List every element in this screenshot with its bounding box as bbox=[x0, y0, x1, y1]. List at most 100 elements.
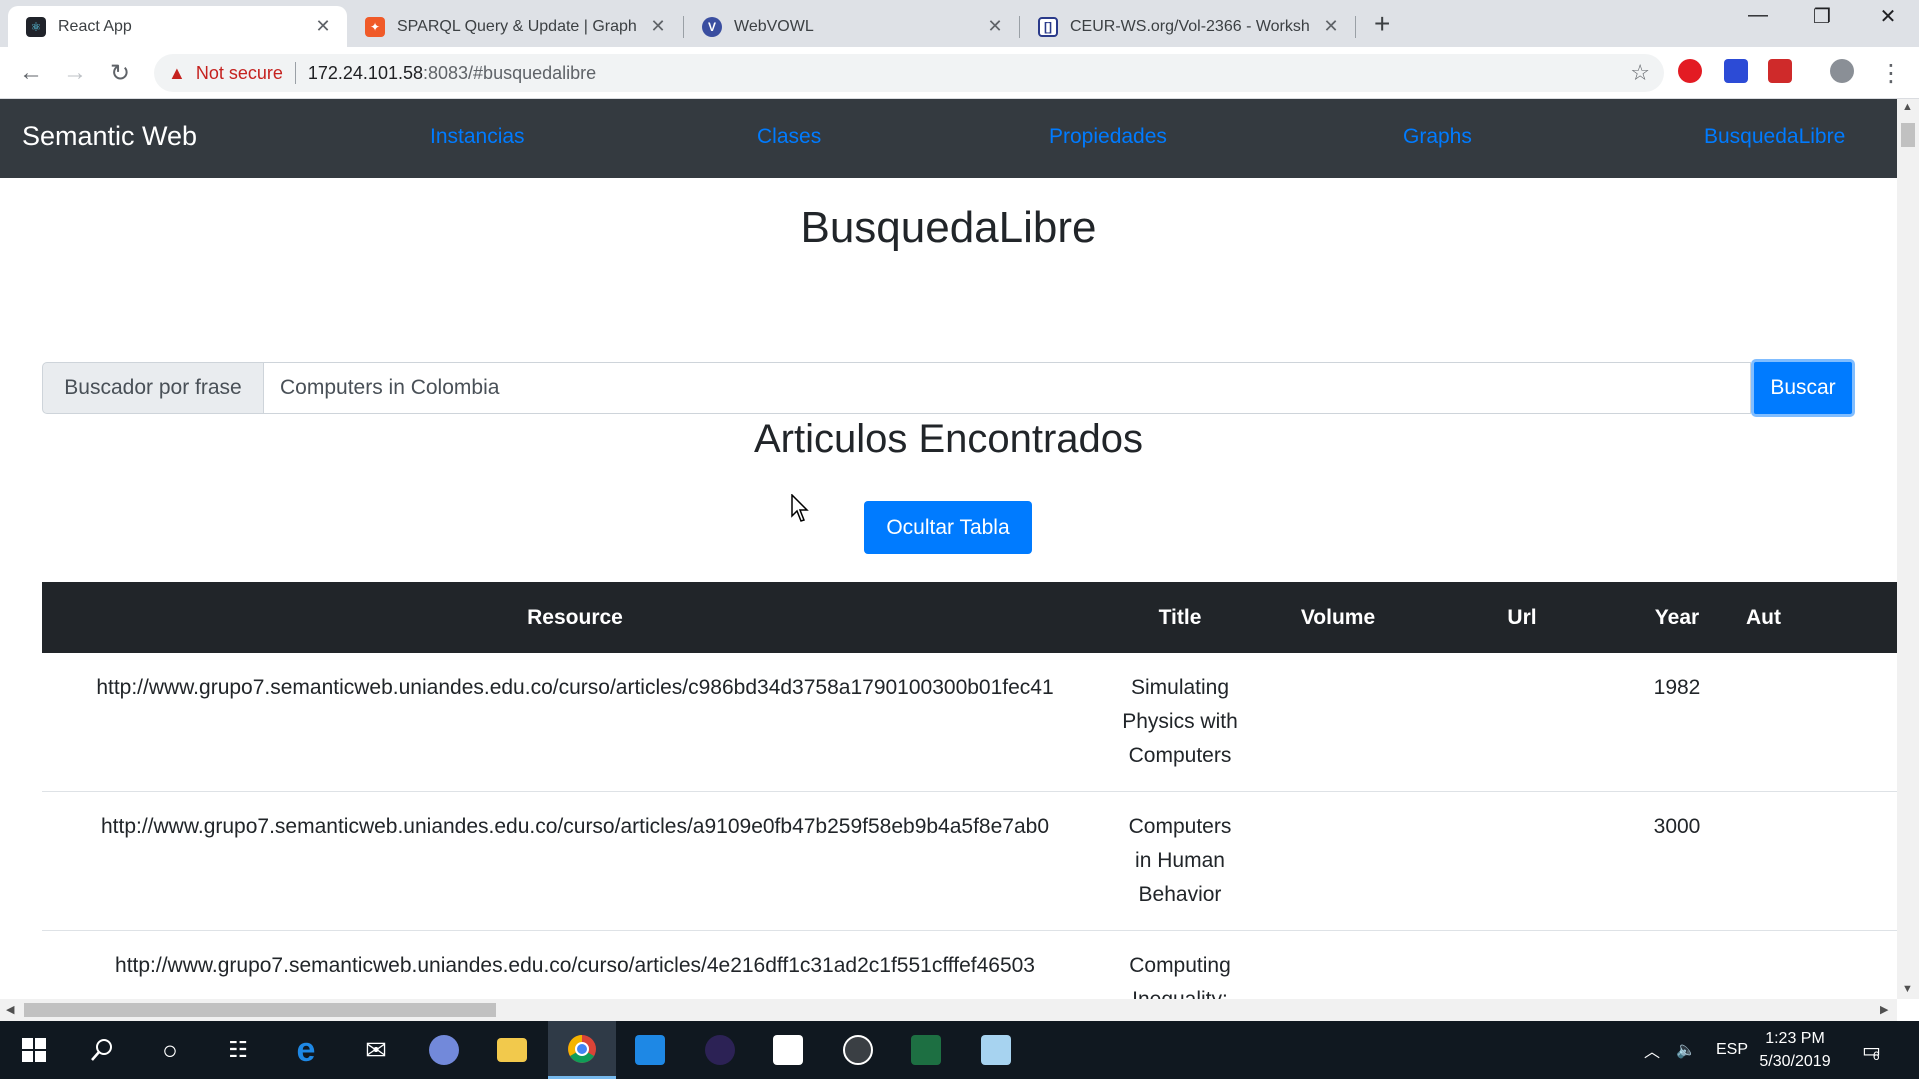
table-row: http://www.grupo7.semanticweb.uniandes.e… bbox=[42, 930, 1897, 999]
table-row: http://www.grupo7.semanticweb.uniandes.e… bbox=[42, 653, 1897, 792]
minimize-icon[interactable]: — bbox=[1738, 4, 1778, 27]
taskbar-vscode[interactable] bbox=[616, 1021, 684, 1079]
show-hidden-icons[interactable]: ︿ bbox=[1644, 1021, 1660, 1079]
taskbar-discord[interactable] bbox=[410, 1021, 478, 1079]
column-header-url[interactable]: Url bbox=[1424, 582, 1620, 653]
taskbar-eclipse[interactable] bbox=[686, 1021, 754, 1079]
tab-ceur[interactable]: [] CEUR-WS.org/Vol-2366 - Worksh ✕ bbox=[1020, 6, 1355, 47]
scroll-down-arrow-icon[interactable]: ▼ bbox=[1902, 983, 1913, 995]
close-tab-icon[interactable]: ✕ bbox=[1321, 16, 1341, 37]
resource-cell: http://www.grupo7.semanticweb.uniandes.e… bbox=[42, 791, 1108, 931]
column-header-year[interactable]: Year bbox=[1620, 582, 1734, 653]
cortana-icon: ○ bbox=[162, 1034, 178, 1065]
column-header-title[interactable]: Title bbox=[1108, 582, 1252, 653]
results-title: Articulos Encontrados bbox=[753, 417, 1144, 461]
search-taskbar-button[interactable] bbox=[68, 1021, 136, 1079]
taskbar-mail[interactable]: ✉ bbox=[342, 1021, 410, 1079]
mouse-cursor-icon bbox=[791, 494, 809, 522]
extension-icon[interactable] bbox=[1724, 59, 1748, 83]
edge-icon: e bbox=[296, 1030, 316, 1069]
url-path: :8083/#busquedalibre bbox=[423, 62, 597, 83]
nav-link-busquedalibre[interactable]: BusquedaLibre bbox=[1704, 125, 1845, 149]
folder-icon bbox=[497, 1038, 527, 1062]
table-header-row: Resource Title Volume Url Year Aut bbox=[42, 582, 1897, 653]
close-window-icon[interactable]: ✕ bbox=[1868, 4, 1908, 29]
protege-icon bbox=[773, 1035, 803, 1065]
search-input[interactable] bbox=[264, 362, 1751, 414]
horizontal-scrollbar[interactable]: ◀ ▶ bbox=[0, 999, 1897, 1021]
tab-divider bbox=[1355, 16, 1356, 38]
reload-icon[interactable]: ↻ bbox=[105, 59, 135, 88]
notes-icon bbox=[981, 1035, 1011, 1065]
page-title: BusquedaLibre bbox=[800, 203, 1097, 252]
excel-icon bbox=[911, 1035, 941, 1065]
eclipse-icon bbox=[705, 1035, 735, 1065]
vertical-scrollbar[interactable]: ▲ ▼ bbox=[1897, 99, 1919, 999]
column-header-volume[interactable]: Volume bbox=[1252, 582, 1424, 653]
hide-table-button[interactable]: Ocultar Tabla bbox=[864, 501, 1032, 554]
results-table: Resource Title Volume Url Year Aut http:… bbox=[42, 582, 1897, 999]
taskbar-chrome[interactable] bbox=[548, 1021, 616, 1079]
new-tab-button[interactable]: + bbox=[1374, 8, 1390, 40]
column-header-resource[interactable]: Resource bbox=[42, 582, 1108, 653]
brand-title[interactable]: Semantic Web bbox=[22, 121, 197, 152]
back-icon[interactable]: ← bbox=[16, 59, 46, 87]
scroll-up-arrow-icon[interactable]: ▲ bbox=[1902, 101, 1913, 113]
cors-extension-icon[interactable] bbox=[1768, 59, 1792, 83]
title-cell: Computing Inequality: Have Computers bbox=[1108, 930, 1252, 999]
nav-link-propiedades[interactable]: Propiedades bbox=[1049, 125, 1167, 149]
close-tab-icon[interactable]: ✕ bbox=[985, 16, 1005, 37]
nav-link-graphs[interactable]: Graphs bbox=[1403, 125, 1472, 149]
close-tab-icon[interactable]: ✕ bbox=[648, 16, 668, 37]
taskbar-edge[interactable]: e bbox=[272, 1021, 340, 1079]
cortana-button[interactable]: ○ bbox=[136, 1021, 204, 1079]
resource-cell: http://www.grupo7.semanticweb.uniandes.e… bbox=[42, 653, 1108, 792]
volume-button[interactable]: 🔈 bbox=[1676, 1021, 1696, 1079]
clock-time: 1:23 PM bbox=[1765, 1030, 1825, 1047]
taskbar-notes[interactable] bbox=[962, 1021, 1030, 1079]
bookmark-star-icon[interactable]: ☆ bbox=[1630, 60, 1650, 86]
volume-cell bbox=[1252, 791, 1424, 931]
page-viewport: Semantic Web Instancias Clases Propiedad… bbox=[0, 99, 1897, 999]
title-cell: Simulating Physics with Computers bbox=[1108, 653, 1252, 792]
taskbar-clock[interactable]: 1:23 PM 5/30/2019 bbox=[1748, 1027, 1842, 1073]
language-indicator[interactable]: ESP bbox=[1716, 1021, 1748, 1079]
taskbar-excel[interactable] bbox=[892, 1021, 960, 1079]
tab-sparql[interactable]: ✦ SPARQL Query & Update | Graph ✕ bbox=[347, 6, 682, 47]
scroll-right-arrow-icon[interactable]: ▶ bbox=[1880, 1003, 1888, 1016]
tab-webvowl[interactable]: V WebVOWL ✕ bbox=[684, 6, 1019, 47]
taskbar-obs[interactable] bbox=[824, 1021, 892, 1079]
tab-title: React App bbox=[58, 17, 132, 35]
close-tab-icon[interactable]: ✕ bbox=[313, 16, 333, 37]
scroll-left-arrow-icon[interactable]: ◀ bbox=[6, 1003, 14, 1016]
search-button[interactable]: Buscar bbox=[1751, 359, 1855, 417]
opera-extension-icon[interactable] bbox=[1678, 59, 1702, 83]
title-cell: Computers in Human Behavior bbox=[1108, 791, 1252, 931]
column-header-author[interactable]: Aut bbox=[1734, 582, 1897, 653]
tab-react-app[interactable]: ⚛ React App ✕ bbox=[8, 6, 347, 47]
security-label[interactable]: Not secure bbox=[196, 63, 283, 84]
action-center-button[interactable]: ▭ 6 bbox=[1862, 1021, 1881, 1079]
search-label: Buscador por frase bbox=[42, 362, 264, 414]
horizontal-scroll-thumb[interactable] bbox=[24, 1003, 496, 1017]
ceur-icon: [] bbox=[1038, 16, 1058, 37]
windows-logo-icon bbox=[22, 1038, 46, 1062]
start-button[interactable] bbox=[0, 1021, 68, 1079]
restore-icon[interactable]: ❐ bbox=[1802, 4, 1842, 29]
taskbar-protege[interactable] bbox=[754, 1021, 822, 1079]
chrome-menu-icon[interactable]: ⋮ bbox=[1876, 59, 1906, 88]
address-bar[interactable]: ▲ Not secure 172.24.101.58 :8083/#busque… bbox=[154, 54, 1664, 92]
task-view-button[interactable]: ☷ bbox=[204, 1021, 272, 1079]
search-icon bbox=[91, 1039, 112, 1061]
resource-cell: http://www.grupo7.semanticweb.uniandes.e… bbox=[42, 930, 1108, 999]
phrase-search-group: Buscador por frase Buscar bbox=[42, 359, 1855, 417]
nav-link-instancias[interactable]: Instancias bbox=[430, 125, 525, 149]
vertical-scroll-thumb[interactable] bbox=[1901, 123, 1915, 147]
url-host: 172.24.101.58 bbox=[307, 62, 423, 83]
profile-avatar[interactable] bbox=[1830, 59, 1854, 83]
tab-title: CEUR-WS.org/Vol-2366 - Worksh bbox=[1070, 17, 1310, 35]
nav-link-clases[interactable]: Clases bbox=[757, 125, 821, 149]
taskbar-file-explorer[interactable] bbox=[478, 1021, 546, 1079]
year-cell: 1982 bbox=[1620, 653, 1734, 792]
forward-icon[interactable]: → bbox=[60, 59, 90, 87]
